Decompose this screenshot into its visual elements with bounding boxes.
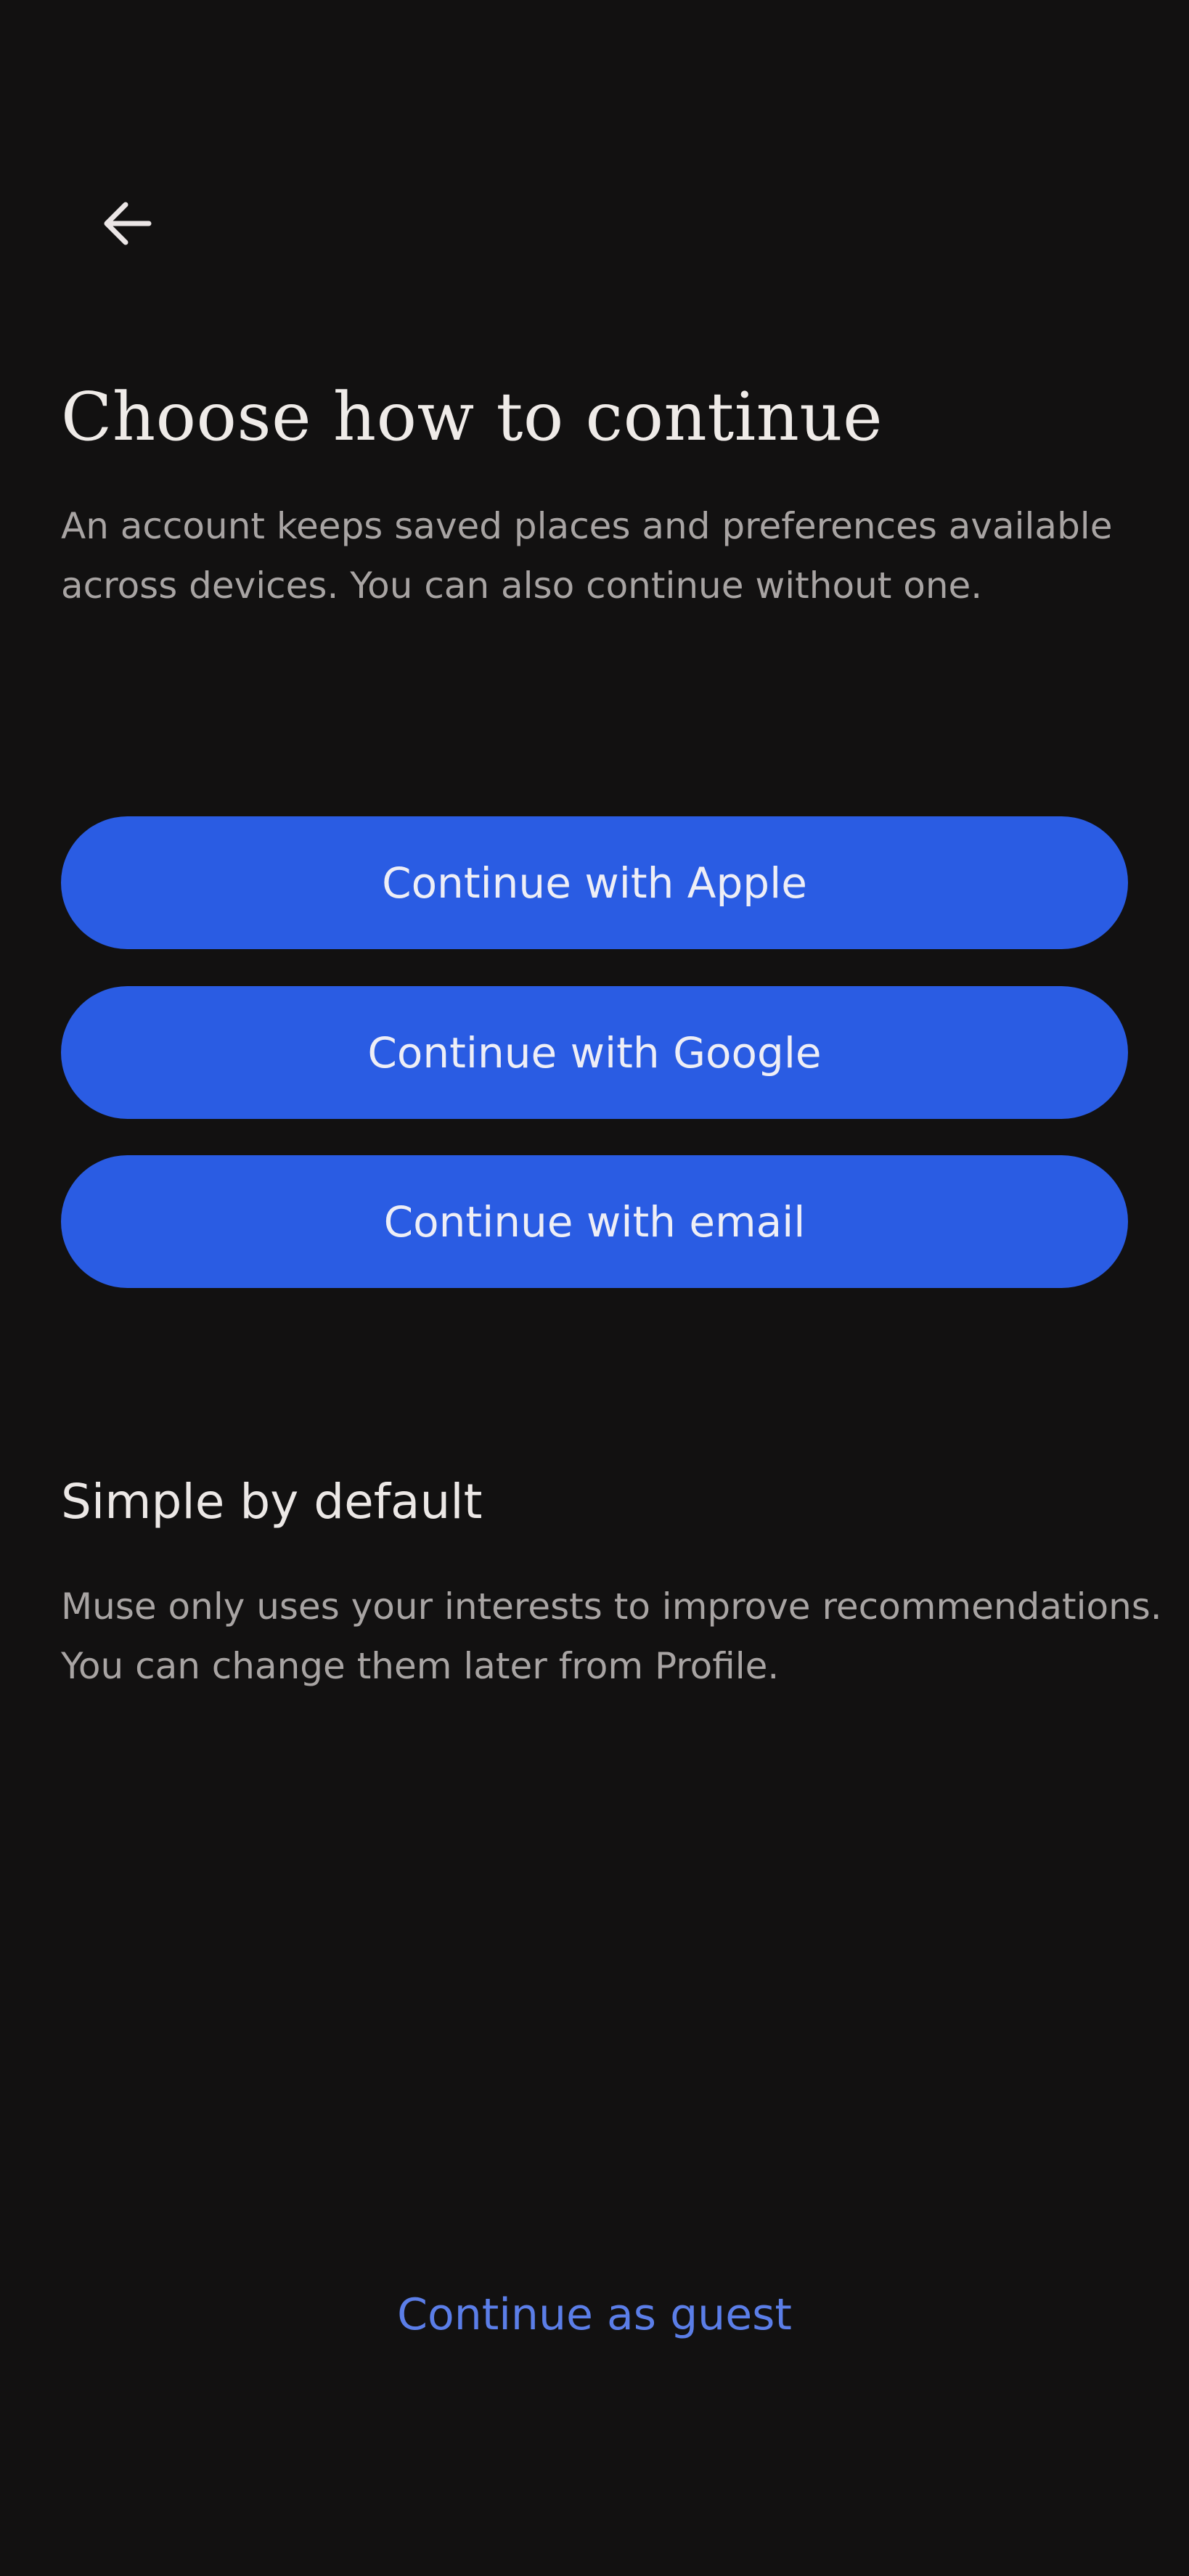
choose-continue-screen: Choose how to continue An account keeps …	[0, 0, 1189, 2576]
continue-with-apple-button[interactable]: Continue with Apple	[61, 816, 1128, 949]
privacy-section-title: Simple by default	[61, 1474, 483, 1530]
page-subtitle: An account keeps saved places and prefer…	[61, 505, 1113, 607]
back-button[interactable]	[80, 181, 174, 265]
arrow-left-icon	[98, 194, 156, 253]
privacy-section-body: Muse only uses your interests to improve…	[61, 1586, 1162, 1687]
page-title: Choose how to continue	[61, 378, 883, 456]
continue-as-guest-link[interactable]: Continue as guest	[0, 2278, 1189, 2351]
continue-with-email-button[interactable]: Continue with email	[61, 1155, 1128, 1288]
continue-with-google-button[interactable]: Continue with Google	[61, 986, 1128, 1119]
